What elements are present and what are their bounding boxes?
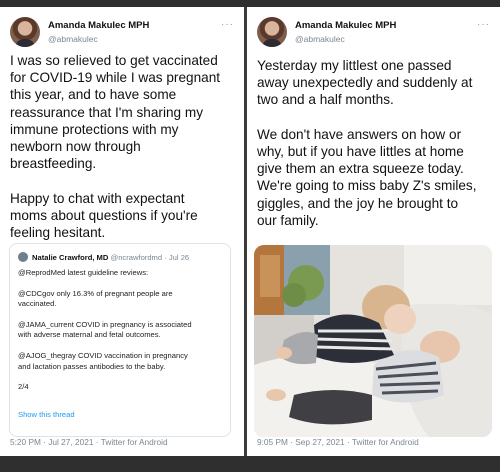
quoted-date: · Jul 26 xyxy=(164,253,190,262)
tweet-text: I was so relieved to get vaccinated for … xyxy=(10,53,221,241)
show-thread-link[interactable]: Show this thread xyxy=(18,410,75,419)
tweet-card-left: Amanda Makulec MPH @abmakulec ··· I was … xyxy=(0,7,244,456)
display-name[interactable]: Amanda Makulec MPH xyxy=(295,20,396,31)
tweet-timestamp[interactable]: 9:05 PM · Sep 27, 2021 · xyxy=(257,437,350,447)
more-options-icon[interactable]: ··· xyxy=(477,19,490,30)
quoted-tweet-text: @ReprodMed latest guideline reviews: @CD… xyxy=(18,268,192,392)
tweet-timestamp[interactable]: 5:20 PM · Jul 27, 2021 · xyxy=(10,437,99,447)
tweet-card-right: Amanda Makulec MPH @abmakulec ··· Yester… xyxy=(247,7,500,456)
quoted-tweet-header: Natalie Crawford, MD @ncrawfordmd · Jul … xyxy=(18,252,189,262)
avatar[interactable] xyxy=(10,17,40,47)
quoted-handle: @ncrawfordmd xyxy=(110,253,163,262)
quoted-display-name: Natalie Crawford, MD xyxy=(32,253,109,262)
tweet-footer: 5:20 PM · Jul 27, 2021 · Twitter for And… xyxy=(10,437,168,447)
tweet-header: Amanda Makulec MPH @abmakulec ··· xyxy=(10,15,234,49)
avatar[interactable] xyxy=(257,17,287,47)
more-options-icon[interactable]: ··· xyxy=(221,19,234,30)
user-handle[interactable]: @abmakulec xyxy=(295,34,345,44)
user-handle[interactable]: @abmakulec xyxy=(48,34,98,44)
tweet-footer: 9:05 PM · Sep 27, 2021 · Twitter for And… xyxy=(257,437,419,447)
tweet-header: Amanda Makulec MPH @abmakulec ··· xyxy=(257,15,490,49)
display-name[interactable]: Amanda Makulec MPH xyxy=(48,20,149,31)
quoted-tweet[interactable]: Natalie Crawford, MD @ncrawfordmd · Jul … xyxy=(9,243,231,437)
tweet-source[interactable]: Twitter for Android xyxy=(352,437,419,447)
tweet-photo[interactable] xyxy=(254,245,492,437)
photo-illustration xyxy=(254,245,492,437)
top-frame xyxy=(0,0,500,7)
tweet-source[interactable]: Twitter for Android xyxy=(101,437,168,447)
tweet-text: Yesterday my littlest one passed away un… xyxy=(257,58,477,228)
quoted-avatar xyxy=(18,252,28,262)
bottom-frame xyxy=(0,456,500,472)
